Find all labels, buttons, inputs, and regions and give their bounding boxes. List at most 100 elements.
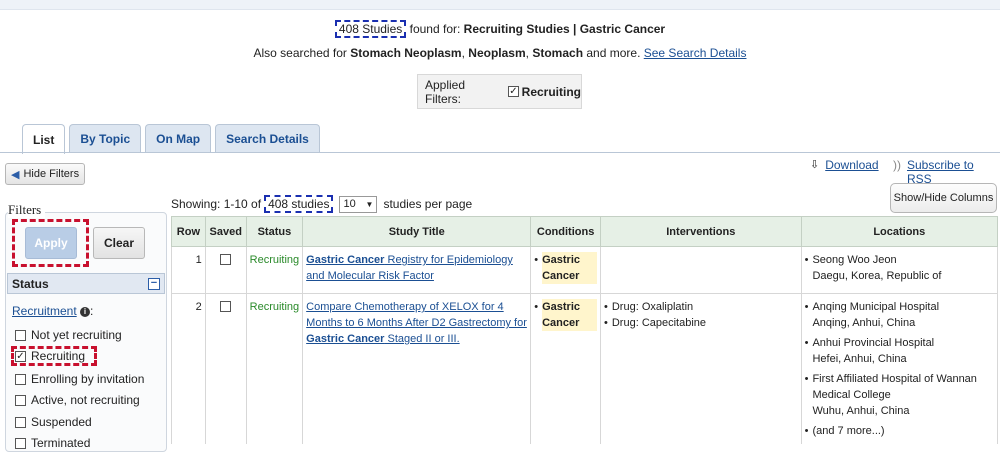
interventions-cell [600, 246, 802, 294]
table-row: 2 Recruiting Compare Chemotherapy of XEL… [171, 293, 999, 444]
download-link-wrap: ⇩ Download [810, 158, 879, 172]
checkbox[interactable] [15, 437, 26, 449]
also-term-3: Stomach [532, 46, 584, 60]
also-searched: Also searched for Stomach Neoplasm, Neop… [0, 46, 1000, 60]
clear-button[interactable]: Clear [93, 227, 145, 259]
bullet-icon: • [804, 301, 809, 313]
bullet-icon: • [804, 337, 809, 349]
checkbox[interactable] [15, 329, 26, 341]
status-header-label: Status [12, 276, 49, 291]
applied-filters: Applied Filters: ✓ Recruiting [417, 74, 582, 109]
also-suffix: and more. [586, 46, 641, 60]
checkbox[interactable] [15, 394, 26, 406]
location-name: Anhui Provincial Hospital [812, 337, 935, 349]
condition-text: Gastric Cancer [542, 299, 597, 331]
location-item: • Seong Woo Jeon Daegu, Korea, Republic of [805, 252, 994, 284]
filter-option-suspended[interactable]: Suspended [15, 415, 92, 429]
save-checkbox[interactable] [220, 254, 232, 265]
download-link[interactable]: Download [825, 158, 878, 172]
per-page-suffix: studies per page [383, 197, 473, 211]
location-place: Daegu, Korea, Republic of [812, 270, 942, 282]
recruitment-link[interactable]: Recruitment [12, 304, 77, 318]
found-for-text: found for: [409, 22, 461, 36]
tab-divider [0, 152, 1000, 153]
checkbox[interactable] [15, 373, 26, 385]
applied-filters-label: Applied Filters: [425, 77, 466, 106]
interventions-cell: • Drug: Oxaliplatin • Drug: Capecitabine [600, 293, 802, 444]
also-sep-1: , [461, 46, 465, 60]
col-locations[interactable]: Locations [800, 216, 999, 247]
study-title-link[interactable]: Gastric Cancer Registry for Epidemiology… [306, 254, 513, 282]
filter-option-enrolling-by-invitation[interactable]: Enrolling by invitation [15, 372, 144, 386]
collapse-icon[interactable]: − [148, 277, 160, 290]
location-item: • Anhui Provincial Hospital Hefei, Anhui, … [805, 335, 994, 367]
intervention-text: Drug: Capecitabine [611, 317, 707, 329]
col-row[interactable]: Row [171, 216, 206, 247]
title-highlight: Gastric Cancer [306, 333, 385, 345]
location-item: • First Affiliated Hospital of Wannan Med… [805, 371, 994, 419]
tab-list[interactable]: List [22, 124, 66, 154]
also-term-1: Stomach Neoplasm [350, 46, 462, 60]
checkbox[interactable]: ✓ [15, 350, 26, 362]
recruitment-label: Recruitment i: [12, 304, 93, 318]
applied-filter-value: Recruiting [521, 84, 581, 99]
hide-filters-button[interactable]: ◀ Hide Filters [5, 163, 86, 185]
location-name: First Affiliated Hospital of Wannan Medi… [812, 373, 977, 401]
filter-option-active-not-recruiting[interactable]: Active, not recruiting [15, 393, 140, 407]
study-title-link[interactable]: Compare Chemotherapy of XELOX for 4 Mont… [306, 301, 527, 345]
also-sep-2: , [525, 46, 529, 60]
save-checkbox[interactable] [220, 301, 232, 312]
showing-count: 408 studies [264, 195, 334, 213]
location-text: First Affiliated Hospital of Wannan Medi… [812, 371, 994, 419]
study-title-cell: Compare Chemotherapy of XELOX for 4 Mont… [302, 293, 532, 444]
filter-option-recruiting[interactable]: ✓ Recruiting [15, 349, 85, 363]
locations-cell: • Seong Woo Jeon Daegu, Korea, Republic of [800, 246, 999, 294]
location-name: Anqing Municipal Hospital [812, 301, 940, 313]
option-label: Recruiting [31, 349, 86, 363]
more-locations[interactable]: • (and 7 more...) [805, 423, 994, 439]
col-study-title[interactable]: Study Title [302, 216, 532, 247]
apply-button[interactable]: Apply [25, 227, 77, 259]
filters-title: Filters [8, 202, 46, 218]
also-term-2: Neoplasm [468, 46, 526, 60]
location-text: Anhui Provincial Hospital Hefei, Anhui, C… [812, 335, 934, 367]
tab-by-topic[interactable]: By Topic [69, 124, 142, 153]
checkbox[interactable] [15, 416, 26, 428]
location-place: Hefei, Anhui, China [812, 353, 907, 365]
col-saved[interactable]: Saved [204, 216, 247, 247]
col-interventions[interactable]: Interventions [600, 216, 802, 247]
rss-icon: )) [893, 158, 901, 172]
study-title-cell: Gastric Cancer Registry for Epidemiology… [302, 246, 532, 294]
bullet-icon: • [534, 254, 539, 266]
subscribe-rss-link[interactable]: Subscribe to RSS [907, 158, 1000, 186]
title-post: Staged II or III. [387, 333, 460, 345]
showing-prefix: Showing: 1-10 of [171, 197, 262, 211]
col-status[interactable]: Status [245, 216, 304, 247]
study-count: 408 Studies [334, 20, 407, 38]
filter-option-terminated[interactable]: Terminated [15, 436, 90, 450]
arrow-left-icon: ◀ [11, 168, 20, 181]
bullet-icon: • [804, 373, 809, 385]
option-label: Terminated [31, 436, 91, 450]
search-query: Recruiting Studies | Gastric Cancer [463, 22, 666, 36]
chevron-down-icon: ▼ [365, 199, 374, 209]
condition-text: Gastric Cancer [542, 252, 597, 284]
info-icon[interactable]: i [80, 307, 91, 317]
option-label: Active, not recruiting [31, 393, 140, 407]
row-number: 1 [171, 246, 206, 294]
col-conditions[interactable]: Conditions [530, 216, 601, 247]
locations-cell: • Anqing Municipal Hospital Anqing, Anhui,… [800, 293, 999, 444]
download-icon: ⇩ [810, 159, 820, 171]
conditions-cell: • Gastric Cancer [530, 246, 601, 294]
tab-on-map[interactable]: On Map [145, 124, 212, 153]
see-search-details-link[interactable]: See Search Details [644, 46, 747, 60]
location-text: Seong Woo Jeon Daegu, Korea, Republic of [812, 252, 941, 284]
show-hide-columns-button[interactable]: Show/Hide Columns [890, 183, 997, 213]
location-item: • Anqing Municipal Hospital Anqing, Anhui,… [805, 299, 994, 331]
status-section-header[interactable]: Status − [7, 273, 165, 294]
filter-option-not-yet-recruiting[interactable]: Not yet recruiting [15, 328, 122, 342]
location-place: Wuhu, Anhui, China [812, 405, 910, 417]
applied-filter-checkbox[interactable]: ✓ [508, 86, 519, 97]
tab-search-details[interactable]: Search Details [215, 124, 320, 153]
per-page-select[interactable]: 10 ▼ [339, 195, 378, 213]
